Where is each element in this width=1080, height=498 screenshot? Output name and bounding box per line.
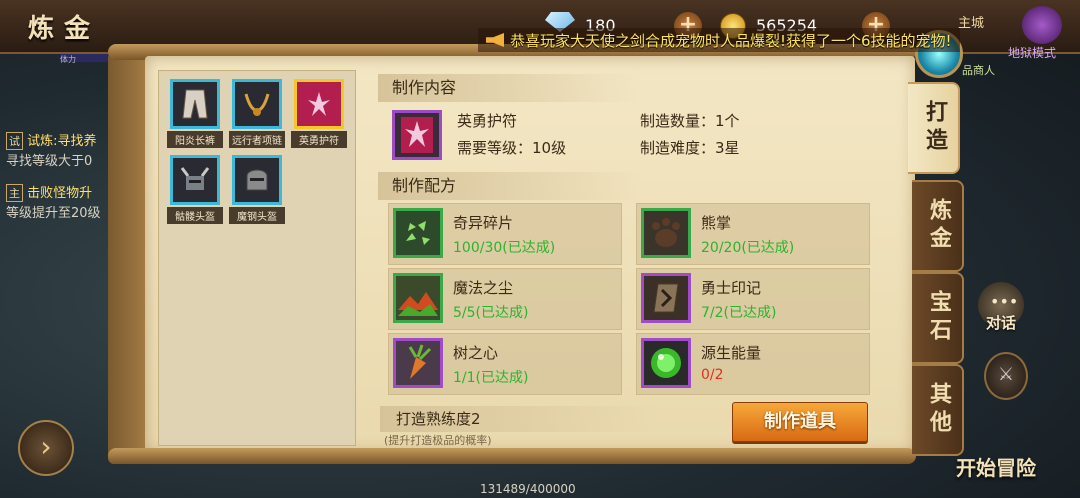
hell-mode-label[interactable]: 地狱模式 bbox=[1008, 44, 1056, 61]
tree-heart-icon bbox=[393, 338, 443, 388]
notice-text: 恭喜玩家大天使之剑合成宠物时人品爆裂!获得了一个6技能的宠物! bbox=[510, 31, 952, 50]
recipe-item-label: 阳炎长裤 bbox=[167, 131, 223, 148]
steel-helmet-icon bbox=[232, 155, 282, 205]
quest-tag: 主 bbox=[6, 184, 23, 202]
quest-desc: 寻找等级大于0 bbox=[6, 154, 93, 169]
page-title: 炼金 bbox=[28, 14, 101, 44]
material-slot[interactable]: 源生能量 0/2 bbox=[636, 333, 870, 395]
material-name: 源生能量 bbox=[701, 344, 762, 362]
material-slot[interactable]: 树之心 1/1(已达成) bbox=[388, 333, 622, 395]
quest-title: 击败怪物升 bbox=[27, 186, 93, 201]
section-title-product: 制作内容 bbox=[378, 74, 642, 102]
scroll-rod-bottom bbox=[108, 448, 916, 464]
megaphone-icon bbox=[486, 33, 504, 47]
start-adventure-button[interactable]: 开始冒险 bbox=[956, 452, 1036, 481]
material-count: 0/2 bbox=[701, 367, 724, 383]
magic-dust-icon bbox=[393, 273, 443, 323]
section-title-recipe: 制作配方 bbox=[378, 172, 642, 200]
tab-gem[interactable]: 宝石 bbox=[912, 272, 964, 364]
quest-desc: 等级提升至20级 bbox=[6, 206, 101, 221]
recipe-item-label: 远行者项链 bbox=[229, 131, 285, 148]
pants-icon bbox=[170, 79, 220, 129]
chat-dots-icon: ••• bbox=[990, 292, 1019, 311]
recipe-item-steel-helmet[interactable]: 魔钢头盔 bbox=[229, 155, 285, 225]
recipe-list: 阳炎长裤 远行者项链 英勇护符 骷髅头盔 魔钢头盔 bbox=[158, 70, 356, 446]
shard-icon bbox=[393, 208, 443, 258]
material-name: 魔法之尘 bbox=[453, 279, 514, 297]
material-slot[interactable]: 魔法之尘 5/5(已达成) bbox=[388, 268, 622, 330]
product-difficulty: 制造难度：3星 bbox=[640, 139, 740, 157]
exp-progress: 131489/400000 bbox=[480, 482, 576, 496]
material-count: 7/2(已达成) bbox=[701, 305, 777, 321]
material-slot[interactable]: 奇异碎片 100/30(已达成) bbox=[388, 203, 622, 265]
material-count: 1/1(已达成) bbox=[453, 370, 529, 386]
recipe-item-label: 英勇护符 bbox=[291, 131, 347, 148]
recipe-item-sun-pants[interactable]: 阳炎长裤 bbox=[167, 79, 223, 149]
recipe-item-brave-amulet[interactable]: 英勇护符 bbox=[291, 79, 347, 149]
horned-helmet-icon bbox=[170, 155, 220, 205]
main-city-label[interactable]: 主城 bbox=[958, 12, 984, 31]
material-slot[interactable]: 勇士印记 7/2(已达成) bbox=[636, 268, 870, 330]
tab-alchemy[interactable]: 炼金 bbox=[912, 180, 964, 272]
chat-label[interactable]: 对话 bbox=[986, 312, 1016, 333]
hell-mode-icon[interactable] bbox=[1022, 6, 1062, 44]
recipe-item-label: 骷髅头盔 bbox=[167, 207, 223, 224]
material-name: 树之心 bbox=[453, 344, 499, 362]
material-name: 熊掌 bbox=[701, 214, 732, 232]
product-level: 需要等级：10级 bbox=[457, 139, 567, 157]
warrior-mark-icon bbox=[641, 273, 691, 323]
material-name: 奇异碎片 bbox=[453, 214, 514, 232]
proficiency-hint: (提升打造极品的概率) bbox=[384, 434, 492, 447]
recipe-item-skull-helmet[interactable]: 骷髅头盔 bbox=[167, 155, 223, 225]
amulet-icon bbox=[392, 110, 442, 160]
crafting-proficiency: 打造熟练度2 bbox=[380, 406, 656, 432]
energy-orb-icon bbox=[641, 338, 691, 388]
broadcast-notice: 恭喜玩家大天使之剑合成宠物时人品爆裂!获得了一个6技能的宠物! bbox=[478, 28, 960, 52]
material-count: 5/5(已达成) bbox=[453, 305, 529, 321]
bear-paw-icon bbox=[641, 208, 691, 258]
tab-forge[interactable]: 打造 bbox=[908, 82, 960, 174]
tab-other[interactable]: 其他 bbox=[912, 364, 964, 456]
material-count: 20/20(已达成) bbox=[701, 240, 795, 256]
merchant-label: 品商人 bbox=[962, 64, 995, 77]
crossed-swords-icon[interactable]: ⚔ bbox=[984, 352, 1028, 400]
recipe-item-necklace[interactable]: 远行者项链 bbox=[229, 79, 285, 149]
craft-item-button[interactable]: 制作道具 bbox=[732, 402, 868, 442]
necklace-icon bbox=[232, 79, 282, 129]
material-count: 100/30(已达成) bbox=[453, 240, 556, 256]
material-name: 勇士印记 bbox=[701, 279, 762, 297]
quest-title: 试炼:寻找养 bbox=[27, 134, 97, 149]
quest-tag: 试 bbox=[6, 132, 23, 150]
product-quantity: 制造数量：1个 bbox=[640, 112, 740, 130]
amulet-icon bbox=[294, 79, 344, 129]
expand-arrow-button[interactable]: › bbox=[18, 420, 74, 476]
product-name: 英勇护符 bbox=[457, 112, 518, 130]
material-slot[interactable]: 熊掌 20/20(已达成) bbox=[636, 203, 870, 265]
recipe-item-label: 魔钢头盔 bbox=[229, 207, 285, 224]
